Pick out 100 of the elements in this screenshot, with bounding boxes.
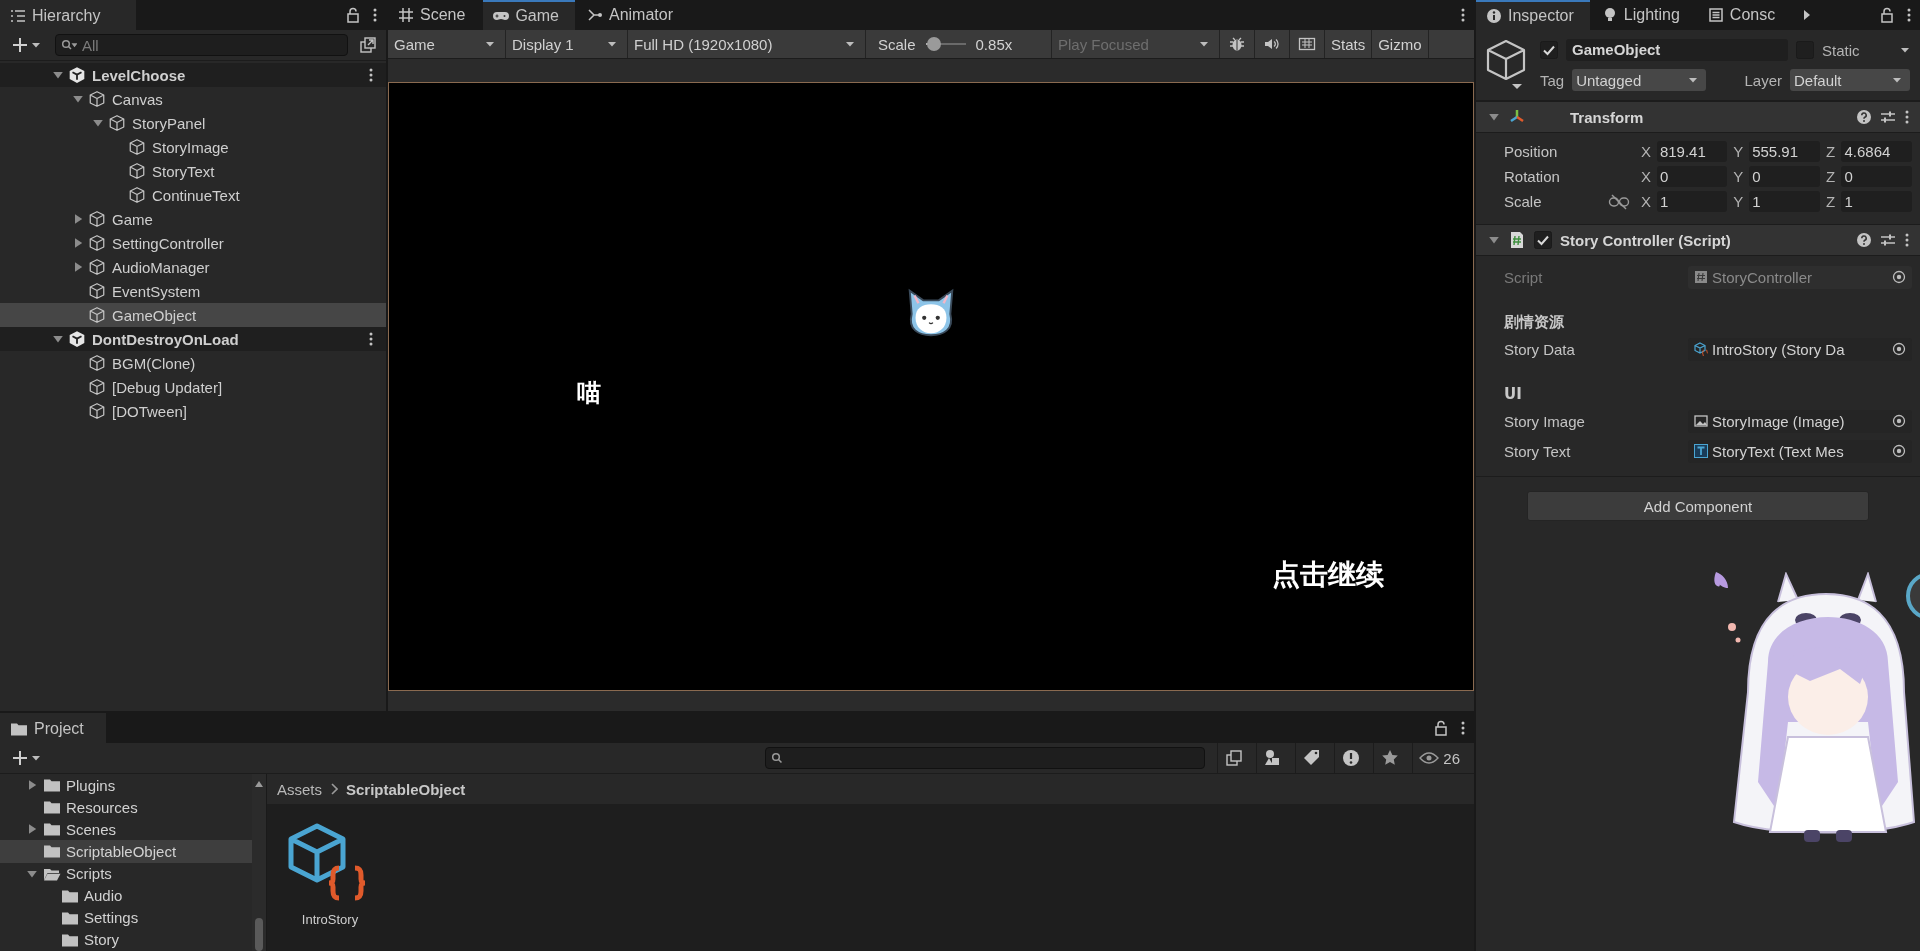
tree-item[interactable]: StoryText (0, 159, 386, 183)
help-icon[interactable] (1856, 109, 1872, 125)
expand-arrow-icon[interactable] (72, 93, 84, 105)
more-icon[interactable] (1460, 7, 1466, 23)
tree-item[interactable]: SettingController (0, 231, 386, 255)
tree-item[interactable]: EventSystem (0, 279, 386, 303)
number-field[interactable]: 0 (1656, 166, 1728, 187)
view-dropdown[interactable]: Game (388, 30, 506, 58)
tree-item[interactable]: Game (0, 207, 386, 231)
search-field[interactable] (765, 747, 1206, 769)
expand-arrow-icon[interactable] (52, 333, 64, 345)
bug-icon[interactable] (1228, 35, 1246, 53)
expand-arrow-icon[interactable] (72, 213, 84, 225)
enabled-checkbox[interactable] (1534, 231, 1552, 249)
sliders-icon[interactable] (1880, 232, 1896, 248)
tree-item[interactable]: GameObject (0, 303, 386, 327)
more-icon[interactable] (372, 7, 378, 23)
object-picker-icon[interactable] (1892, 414, 1906, 428)
folder-item[interactable]: Story (0, 928, 252, 951)
toolbar-button[interactable]: Stats (1325, 30, 1373, 58)
more-icon[interactable] (1460, 720, 1466, 736)
sliders-icon[interactable] (1880, 109, 1896, 125)
lock-icon[interactable] (1880, 7, 1894, 23)
collapse-arrow-icon[interactable] (1488, 111, 1500, 123)
view-dropdown[interactable]: Full HD (1920x1080) (628, 30, 866, 58)
add-component-button[interactable]: Add Component (1527, 491, 1869, 521)
help-icon[interactable] (1856, 232, 1872, 248)
panel-tab[interactable]: Scene (388, 0, 482, 30)
breadcrumb-link[interactable]: Assets (277, 780, 322, 798)
more-icon[interactable] (1904, 232, 1910, 248)
component-header[interactable]: Story Controller (Script) (1476, 224, 1920, 256)
number-field[interactable]: 555.91 (1749, 141, 1820, 162)
breadcrumb-link[interactable]: ScriptableObject (346, 780, 466, 798)
folder-item[interactable]: Resources (0, 796, 252, 819)
number-field[interactable]: 819.41 (1656, 141, 1728, 162)
tree-item[interactable]: StoryImage (0, 135, 386, 159)
hierarchy-tab[interactable]: Hierarchy (0, 0, 136, 30)
asset-label[interactable]: IntroStory (301, 912, 359, 927)
panel-tab[interactable]: Lighting (1591, 0, 1696, 30)
lock-icon[interactable] (346, 7, 360, 23)
folder-item[interactable]: Plugins (0, 774, 252, 797)
open-window-icon[interactable] (358, 35, 378, 55)
number-field[interactable]: 0 (1841, 166, 1913, 187)
object-field[interactable]: StoryImage (Image) (1688, 409, 1912, 433)
object-field[interactable]: IntroStory (Story Da (1688, 337, 1912, 361)
folder-item[interactable]: ScriptableObject (0, 840, 252, 863)
active-checkbox[interactable] (1540, 41, 1558, 59)
tab-overflow-icon[interactable] (1803, 9, 1812, 21)
search-field[interactable]: All (55, 34, 348, 56)
open-window-icon[interactable] (1224, 748, 1245, 768)
folder-item[interactable]: Scenes (0, 818, 252, 841)
panel-tab[interactable]: Animator (576, 0, 689, 30)
number-field[interactable]: 0 (1749, 166, 1820, 187)
name-field[interactable]: GameObject (1566, 39, 1788, 61)
more-icon[interactable] (1906, 7, 1912, 23)
collapse-arrow-icon[interactable] (1488, 234, 1500, 246)
more-icon[interactable] (368, 67, 374, 83)
more-icon[interactable] (368, 331, 374, 347)
component-header[interactable]: Transform (1476, 101, 1920, 133)
number-field[interactable]: 4.6864 (1841, 141, 1913, 162)
warning-icon[interactable] (1341, 748, 1362, 768)
object-picker-icon[interactable] (1892, 270, 1906, 284)
scroll-up-icon[interactable] (254, 780, 264, 788)
tree-item[interactable]: ContinueText (0, 183, 386, 207)
number-field[interactable]: 1 (1841, 191, 1913, 212)
panel-tab[interactable]: Game (483, 0, 575, 30)
toolbar-button[interactable]: Gizmo (1372, 30, 1429, 58)
expand-arrow-icon[interactable] (26, 823, 38, 836)
scene-row[interactable]: LevelChoose (0, 63, 386, 87)
number-field[interactable]: 1 (1656, 191, 1728, 212)
eye-icon[interactable] (1419, 751, 1440, 765)
folder-item[interactable]: Scripts (0, 862, 252, 885)
tree-item[interactable]: StoryPanel (0, 111, 386, 135)
keyboard-icon[interactable] (1298, 35, 1316, 53)
expand-arrow-icon[interactable] (72, 261, 84, 273)
expand-arrow-icon[interactable] (52, 69, 64, 81)
tag-dropdown[interactable]: Untagged (1572, 69, 1707, 91)
tree-item[interactable]: Canvas (0, 87, 386, 111)
project-tab[interactable]: Project (0, 713, 106, 743)
expand-arrow-icon[interactable] (92, 117, 104, 129)
more-icon[interactable] (1904, 109, 1910, 125)
panel-tab[interactable]: Inspector (1476, 0, 1590, 30)
object-picker-icon[interactable] (1892, 342, 1906, 356)
layer-dropdown[interactable]: Default (1790, 69, 1910, 91)
link-icon[interactable] (1607, 193, 1630, 210)
tree-item[interactable]: [DOTween] (0, 399, 386, 423)
expand-arrow-icon[interactable] (26, 779, 38, 792)
tree-item[interactable]: BGM(Clone) (0, 351, 386, 375)
expand-arrow-icon[interactable] (72, 237, 84, 249)
scroll-thumb[interactable] (255, 918, 263, 951)
folder-item[interactable]: Audio (0, 884, 252, 907)
scene-row[interactable]: DontDestroyOnLoad (0, 327, 386, 351)
panel-tab[interactable]: Consc (1697, 0, 1792, 30)
object-field[interactable]: StoryText (Text Mes (1688, 439, 1912, 463)
folder-item[interactable]: Settings (0, 906, 252, 929)
tree-item[interactable]: [Debug Updater] (0, 375, 386, 399)
number-field[interactable]: 1 (1749, 191, 1820, 212)
view-dropdown[interactable]: Display 1 (506, 30, 628, 58)
lock-icon[interactable] (1434, 720, 1448, 736)
tree-item[interactable]: AudioManager (0, 255, 386, 279)
